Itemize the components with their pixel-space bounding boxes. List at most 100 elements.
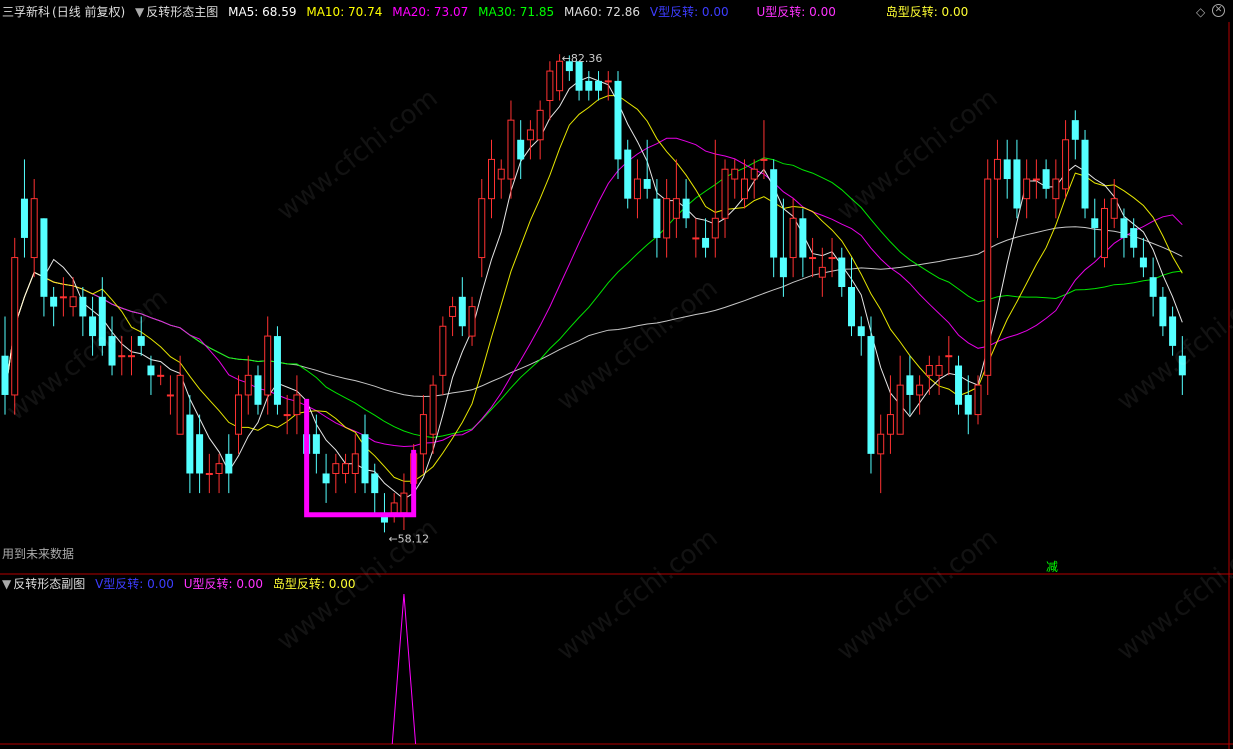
island-reversal-label: 岛型反转: 0.00 (885, 5, 969, 19)
candle-body (1023, 178, 1031, 200)
candle-body (984, 178, 992, 376)
candle-body (235, 394, 243, 435)
candle-body (332, 463, 340, 474)
candle-body (867, 336, 875, 454)
candle-body (945, 355, 953, 358)
candle-body (371, 473, 379, 494)
candle-body (429, 384, 437, 435)
candle-body (312, 434, 320, 454)
candle-body (390, 502, 398, 514)
candle-body (497, 168, 505, 180)
sub-indicator-toggle-icon[interactable]: ▼ (2, 577, 11, 591)
candle-body (1062, 139, 1070, 190)
candle (624, 139, 632, 209)
ma20-label: MA20: 73.07 (392, 5, 469, 19)
close-icon[interactable]: ✕ (1212, 4, 1225, 17)
candle-body (186, 414, 194, 474)
candle (984, 159, 992, 395)
candle-body (682, 198, 690, 219)
candle-body (351, 453, 359, 474)
candle (11, 237, 19, 415)
candle-body (166, 394, 174, 397)
candle (273, 326, 281, 415)
candle-body (643, 179, 651, 189)
candle-body (11, 257, 19, 396)
low-price-label: ←58.12 (388, 532, 429, 545)
candle-body (196, 434, 204, 474)
candle-body (1120, 218, 1128, 238)
sell-marker: 减 (1046, 560, 1059, 574)
candle-body (1032, 178, 1040, 181)
main-indicator-name[interactable]: 反转形态主图 (146, 5, 218, 19)
candle-body (1139, 257, 1147, 268)
main-legend: 三孚新科 (日线 前复权) ▼ 反转形态主图 MA5: 68.59 MA10: 70… (2, 5, 974, 19)
candle-body (322, 473, 330, 484)
candle-body (1, 355, 9, 395)
candle-body (857, 326, 865, 337)
candle-body (225, 453, 233, 474)
candle-body (361, 434, 369, 484)
ma5-label: MA5: 68.59 (228, 5, 297, 19)
candle-body (585, 80, 593, 91)
candle-body (711, 217, 719, 239)
candle-body (818, 266, 826, 278)
candle-body (731, 168, 739, 180)
candle-body (595, 80, 603, 91)
candle-body (478, 198, 486, 259)
candle-body (663, 198, 671, 239)
diamond-icon[interactable]: ◇ (1196, 5, 1205, 19)
ma60-label: MA60: 72.86 (563, 5, 641, 19)
candle-body (507, 119, 515, 180)
period-label: (日线 前复权) (52, 5, 126, 19)
candle-body (1100, 207, 1108, 259)
candle-body (955, 365, 963, 405)
candle-body (916, 384, 924, 396)
candle (1100, 198, 1108, 268)
sub-indicator-name[interactable]: 反转形态副图 (13, 577, 85, 591)
candle-body (439, 325, 447, 376)
candle-body (264, 335, 272, 396)
sub-legend: ▼ 反转形态副图 V型反转: 0.00 U型反转: 0.00 岛型反转: 0.00 (2, 577, 361, 591)
candle-body (30, 198, 38, 259)
candle-body (176, 374, 184, 435)
candle-body (89, 316, 97, 337)
candle-body (604, 80, 612, 83)
candle-body (342, 463, 350, 474)
candle-body (1159, 296, 1167, 327)
candle (867, 316, 875, 474)
candle-body (828, 257, 836, 260)
candle-body (1178, 355, 1186, 376)
sub-u-reversal-label: U型反转: 0.00 (183, 577, 264, 591)
candle-body (1042, 169, 1050, 189)
candle-body (254, 375, 262, 405)
candle-body (624, 149, 632, 199)
candle-body (935, 365, 943, 376)
candle-body (760, 158, 768, 161)
candle-body (702, 237, 710, 248)
candle-body (779, 257, 787, 278)
candle-body (993, 158, 1001, 180)
candle-body (69, 296, 77, 308)
candle-body (750, 168, 758, 180)
candle-body (147, 365, 155, 376)
candle-body (419, 414, 427, 455)
candle-body (692, 237, 700, 240)
candle-body (293, 394, 301, 416)
sub-island-reversal-label: 岛型反转: 0.00 (272, 577, 356, 591)
candle-body (799, 218, 807, 258)
candle-body (108, 336, 116, 366)
u-reversal-label: U型反转: 0.00 (756, 5, 836, 19)
candle-body (1003, 159, 1011, 180)
candle-body (59, 296, 67, 299)
candle-body (127, 355, 135, 358)
candle-body (1149, 277, 1157, 297)
candle-body (488, 158, 495, 200)
candle-body (118, 355, 126, 358)
candle-body (517, 139, 525, 160)
candle-body (964, 394, 972, 415)
indicator-toggle-icon[interactable]: ▼ (135, 5, 144, 19)
ma10-label: MA10: 70.74 (306, 5, 383, 19)
candle-body (273, 336, 281, 405)
candle-body (536, 109, 544, 141)
candle-body (896, 384, 904, 435)
